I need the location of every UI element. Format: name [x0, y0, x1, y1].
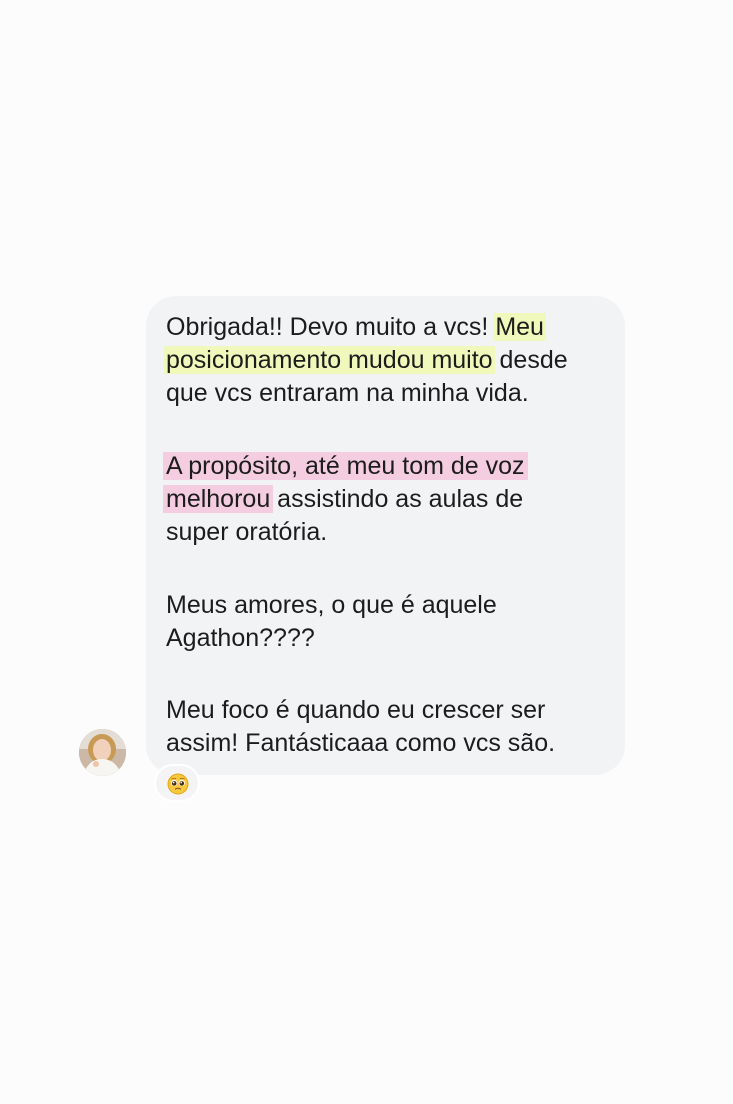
highlight-pink: melhorou — [163, 485, 274, 513]
message-line: posicionamento mudou muito desde — [164, 344, 568, 376]
reaction-badge[interactable] — [154, 764, 200, 802]
message-line: Obrigada!! Devo muito a vcs! Meu — [166, 311, 546, 343]
message-line: melhorou assistindo as aulas de — [163, 483, 524, 515]
message-line: super oratória. — [166, 518, 328, 546]
user-avatar[interactable] — [79, 729, 126, 776]
message-line: Meus amores, o que é aquele — [166, 591, 497, 619]
avatar-photo-icon — [79, 729, 126, 776]
message-line: A propósito, até meu tom de voz — [163, 450, 528, 482]
message-bubble[interactable]: Obrigada!! Devo muito a vcs! Meu posicio… — [146, 296, 625, 775]
message-line: que vcs entraram na minha vida. — [166, 379, 529, 407]
pleading-face-emoji-icon — [167, 773, 189, 795]
highlight-yellow: posicionamento mudou muito — [164, 346, 495, 374]
message-text: assistindo as aulas de — [270, 485, 524, 513]
highlight-yellow: Meu — [493, 313, 546, 341]
message-text: desde — [492, 346, 568, 374]
highlight-pink: A propósito, até meu tom de voz — [163, 452, 528, 480]
message-line: Meu foco é quando eu crescer ser — [166, 696, 546, 724]
message-line: Agathon???? — [166, 624, 315, 652]
message-line: assim! Fantásticaaa como vcs são. — [166, 729, 556, 757]
message-text: Obrigada!! Devo muito a vcs! — [166, 313, 496, 341]
